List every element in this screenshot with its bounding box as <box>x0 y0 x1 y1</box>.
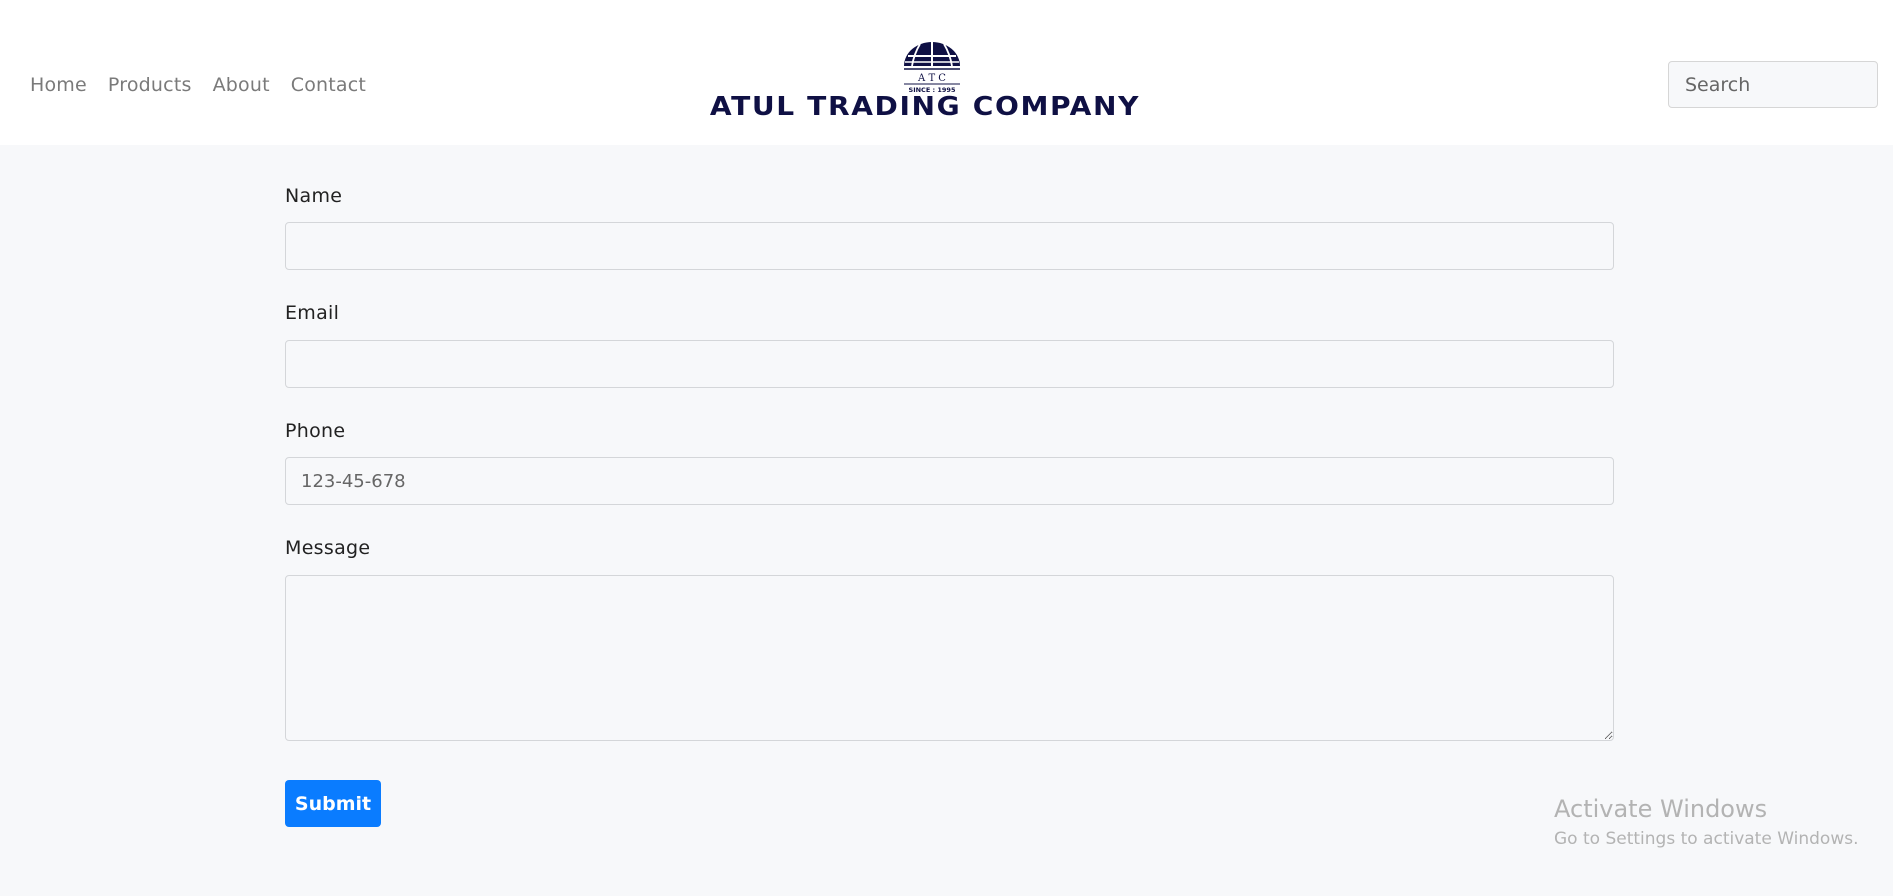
site-header: Home Products About Contact A T C SINCE … <box>0 0 1893 145</box>
activate-windows-watermark: Activate Windows Go to Settings to activ… <box>1554 795 1859 849</box>
nav-link-home[interactable]: Home <box>30 74 87 96</box>
name-label: Name <box>285 185 343 207</box>
phone-label: Phone <box>285 420 346 442</box>
message-label: Message <box>285 537 371 559</box>
main-nav: Home Products About Contact <box>30 74 366 96</box>
message-textarea[interactable] <box>285 575 1614 741</box>
phone-field[interactable] <box>285 457 1614 505</box>
email-field[interactable] <box>285 340 1614 388</box>
nav-link-contact[interactable]: Contact <box>291 74 366 96</box>
submit-button[interactable]: Submit <box>285 780 381 827</box>
globe-emblem-icon: A T C SINCE : 1995 <box>904 42 960 94</box>
logo-company-name: ATUL TRADING COMPANY <box>709 92 1141 122</box>
watermark-subtitle: Go to Settings to activate Windows. <box>1554 829 1859 849</box>
search-input[interactable] <box>1668 61 1878 108</box>
nav-link-about[interactable]: About <box>213 74 270 96</box>
company-logo[interactable]: A T C SINCE : 1995 ATUL TRADING COMPANY <box>705 40 1145 124</box>
logo-atc-text: A T C <box>917 73 946 84</box>
email-label: Email <box>285 302 340 324</box>
watermark-title: Activate Windows <box>1554 795 1768 823</box>
nav-link-products[interactable]: Products <box>108 74 192 96</box>
name-field[interactable] <box>285 222 1614 270</box>
